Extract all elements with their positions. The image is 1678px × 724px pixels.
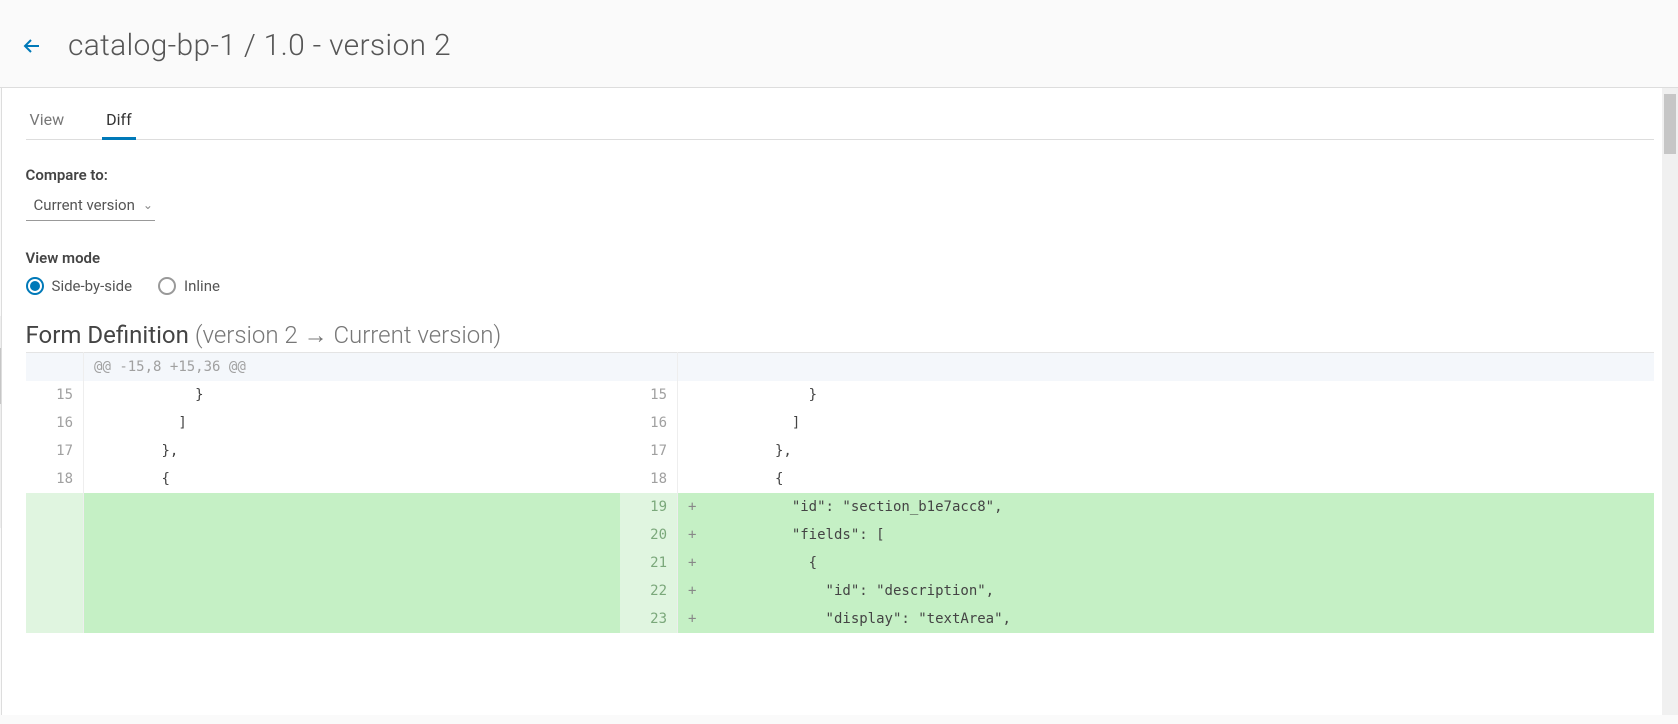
radio-circle-icon xyxy=(26,277,44,295)
lineno-left xyxy=(26,493,84,521)
diff-marker: + xyxy=(678,549,698,577)
tab-view[interactable]: View xyxy=(26,104,69,139)
lineno-right: 19 xyxy=(620,493,678,521)
scrollbar-thumb[interactable] xyxy=(1664,94,1676,154)
lineno-right xyxy=(620,353,678,382)
tab-bar: View Diff xyxy=(26,104,1654,140)
code-left xyxy=(84,577,620,605)
diff-marker xyxy=(678,409,698,437)
lineno-right: 21 xyxy=(620,549,678,577)
code-right xyxy=(698,353,1654,382)
code-right: }, xyxy=(698,437,1654,465)
lineno-right: 17 xyxy=(620,437,678,465)
version-timeline: Current ver: VERSION version 2 Created b… xyxy=(0,88,1,528)
page-header: catalog-bp-1 / 1.0 - version 2 xyxy=(0,0,1678,87)
diff-hunk-header: @@ -15,8 +15,36 @@ xyxy=(26,353,1654,382)
diff-row: 19+ "id": "section_b1e7acc8", xyxy=(26,493,1654,521)
lineno-left xyxy=(26,577,84,605)
code-right: "fields": [ xyxy=(698,521,1654,549)
diff-row: 17 },17 }, xyxy=(26,437,1654,465)
code-right: "id": "section_b1e7acc8", xyxy=(698,493,1654,521)
lineno-left: 16 xyxy=(26,409,84,437)
code-left: { xyxy=(84,465,620,493)
code-right: } xyxy=(698,381,1654,409)
code-right: "display": "textArea", xyxy=(698,605,1654,633)
radio-label: Inline xyxy=(184,277,220,295)
code-left: ] xyxy=(84,409,620,437)
code-left xyxy=(84,493,620,521)
code-left xyxy=(84,549,620,577)
diff-marker xyxy=(678,465,698,493)
code-left: }, xyxy=(84,437,620,465)
lineno-right: 20 xyxy=(620,521,678,549)
diff-row: 22+ "id": "description", xyxy=(26,577,1654,605)
sidebar-resize-handle[interactable] xyxy=(0,348,1,404)
code-left: } xyxy=(84,381,620,409)
diff-row: 21+ { xyxy=(26,549,1654,577)
lineno-left xyxy=(26,549,84,577)
diff-table: @@ -15,8 +15,36 @@15 }15 }16 ]16 ]17 },1… xyxy=(26,352,1654,633)
diff-row: 23+ "display": "textArea", xyxy=(26,605,1654,633)
diff-row: 18 {18 { xyxy=(26,465,1654,493)
diff-title-sub: (version 2 → Current version) xyxy=(195,321,501,349)
diff-row: 15 }15 } xyxy=(26,381,1654,409)
content-area: « Current ver: VERSION version 2 Created… xyxy=(0,87,1678,715)
lineno-left xyxy=(26,605,84,633)
diff-marker: + xyxy=(678,605,698,633)
code-left xyxy=(84,521,620,549)
diff-marker xyxy=(678,381,698,409)
diff-heading: Form Definition (version 2 → Current ver… xyxy=(26,321,1654,350)
lineno-right: 16 xyxy=(620,409,678,437)
diff-title-main: Form Definition xyxy=(26,321,195,349)
diff-marker xyxy=(678,437,698,465)
chevron-down-icon: ⌄ xyxy=(143,198,153,212)
lineno-right: 22 xyxy=(620,577,678,605)
diff-marker: + xyxy=(678,493,698,521)
tab-diff[interactable]: Diff xyxy=(102,104,136,139)
hunk-text: @@ -15,8 +15,36 @@ xyxy=(84,353,620,382)
compare-to-value: Current version xyxy=(34,196,135,214)
code-left xyxy=(84,605,620,633)
back-arrow-icon[interactable] xyxy=(20,34,44,58)
main-panel: View Diff Compare to: Current version ⌄ … xyxy=(2,88,1678,633)
diff-row: 20+ "fields": [ xyxy=(26,521,1654,549)
lineno-right: 23 xyxy=(620,605,678,633)
lineno-left: 18 xyxy=(26,465,84,493)
lineno-left xyxy=(26,521,84,549)
radio-label: Side-by-side xyxy=(52,277,133,295)
diff-marker: + xyxy=(678,577,698,605)
radio-circle-icon xyxy=(158,277,176,295)
code-right: { xyxy=(698,549,1654,577)
lineno-left xyxy=(26,353,84,382)
scrollbar-track[interactable] xyxy=(1662,88,1678,715)
lineno-left: 17 xyxy=(26,437,84,465)
view-mode-label: View mode xyxy=(26,249,1654,267)
radio-inline[interactable]: Inline xyxy=(158,277,220,295)
radio-side-by-side[interactable]: Side-by-side xyxy=(26,277,133,295)
main-wrap: View Diff Compare to: Current version ⌄ … xyxy=(2,88,1678,715)
diff-marker xyxy=(678,353,698,382)
compare-to-label: Compare to: xyxy=(26,166,1654,184)
lineno-right: 15 xyxy=(620,381,678,409)
lineno-left: 15 xyxy=(26,381,84,409)
code-right: ] xyxy=(698,409,1654,437)
page-title: catalog-bp-1 / 1.0 - version 2 xyxy=(68,28,451,63)
code-right: "id": "description", xyxy=(698,577,1654,605)
diff-marker: + xyxy=(678,521,698,549)
lineno-right: 18 xyxy=(620,465,678,493)
diff-row: 16 ]16 ] xyxy=(26,409,1654,437)
code-right: { xyxy=(698,465,1654,493)
view-mode-radio-group: Side-by-side Inline xyxy=(26,277,1654,295)
compare-to-select[interactable]: Current version ⌄ xyxy=(26,192,155,221)
